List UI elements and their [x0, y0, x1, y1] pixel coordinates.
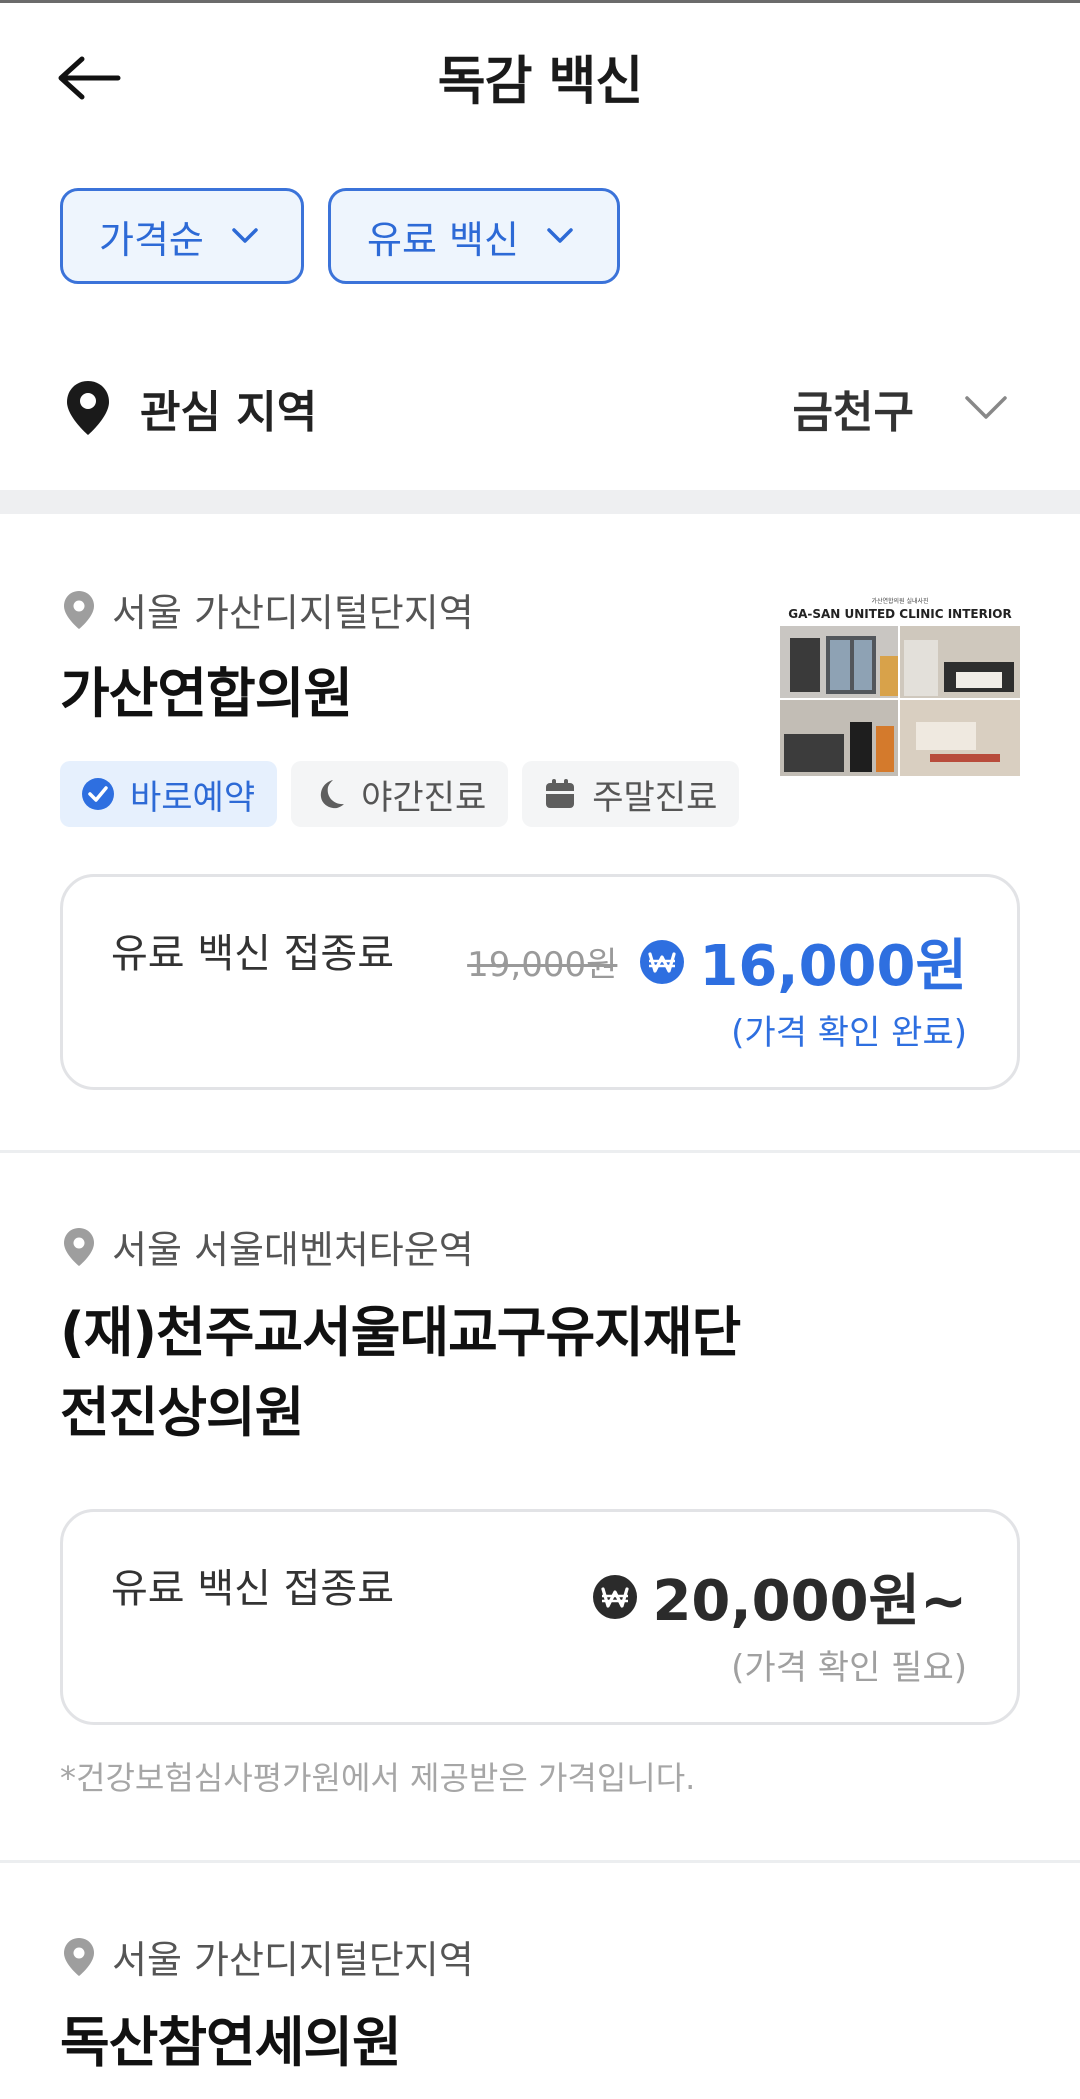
location-pin-icon	[64, 1937, 94, 1976]
clinic-name: 가산연합의원	[60, 662, 353, 725]
price-label: 유료 백신 접종료	[111, 1566, 395, 1612]
clinic-card[interactable]: 서울 가산디지털단지역 독산참연세의원	[0, 1863, 1080, 2099]
location-pin-icon	[64, 590, 94, 629]
chevron-down-icon[interactable]	[964, 395, 1008, 421]
station-info: 서울 서울대벤처타운역	[62, 1219, 474, 1274]
calendar-icon	[546, 779, 575, 808]
station-info: 서울 가산디지털단지역	[62, 582, 474, 637]
app-header: 독감 백신	[0, 3, 1080, 143]
region-label: 관심 지역	[140, 387, 318, 438]
page-title: 독감 백신	[437, 52, 643, 112]
chevron-down-icon	[547, 228, 573, 243]
location-pin-icon	[67, 381, 109, 435]
station-label: 서울 서울대벤처타운역	[112, 1228, 474, 1272]
clinic-name-line2: 전진상의원	[60, 1381, 304, 1444]
current-price: 16,000원	[699, 934, 967, 999]
tag-label: 주말진료	[592, 777, 718, 818]
thumbnail-caption: GA-SAN UNITED CLINIC INTERIOR	[788, 607, 1012, 621]
chevron-down-icon	[232, 228, 258, 243]
vaccine-filter-label: 유료 백신	[367, 217, 519, 262]
original-price: 19,000원	[467, 945, 618, 985]
weekend-clinic-tag: 주말진료	[522, 761, 740, 827]
moon-icon	[320, 780, 345, 809]
section-separator	[0, 490, 1080, 514]
sort-filter-chip[interactable]: 가격순	[60, 188, 304, 284]
price-box: 유료 백신 접종료 20,000원~ (가격 확인 필요)	[60, 1509, 1020, 1725]
station-info: 서울 가산디지털단지역	[62, 1929, 474, 1984]
station-label: 서울 가산디지털단지역	[112, 591, 474, 635]
region-value[interactable]: 금천구	[793, 376, 914, 440]
price-source-footnote: *건강보험심사평가원에서 제공받은 가격입니다.	[60, 1759, 696, 1797]
won-coin-icon	[640, 939, 685, 984]
sort-filter-label: 가격순	[99, 217, 204, 262]
won-coin-icon	[593, 1574, 638, 1619]
clinic-thumbnail[interactable]: 가산연합의원 실내사진 GA-SAN UNITED CLINIC INTERIO…	[780, 596, 1020, 776]
clinic-interior-photo	[780, 626, 1020, 776]
clinic-name: 독산참연세의원	[60, 2011, 402, 2074]
current-price: 20,000원~	[652, 1569, 967, 1634]
tag-label: 바로예약	[130, 777, 256, 818]
instant-booking-tag: 바로예약	[60, 761, 278, 827]
price-status: (가격 확인 필요)	[731, 1648, 967, 1688]
price-box: 유료 백신 접종료 19,000원 16,000원 (가격 확인 완료)	[60, 874, 1020, 1090]
location-pin-icon	[64, 1227, 94, 1266]
filter-bar: 가격순 유료 백신	[60, 188, 620, 284]
vaccine-filter-chip[interactable]: 유료 백신	[328, 188, 620, 284]
clinic-tags: 바로예약 야간진료 주말진료	[60, 761, 740, 827]
price-values: 19,000원 16,000원	[467, 921, 967, 1002]
price-status: (가격 확인 완료)	[731, 1013, 967, 1053]
clinic-name: (재)천주교서울대교구유지재단 전진상의원	[60, 1293, 741, 1453]
price-label: 유료 백신 접종료	[111, 931, 395, 977]
clinic-card[interactable]: 서울 가산디지털단지역 가산연합의원 바로예약 야간진료 주말진료 가산연합의원…	[0, 514, 1080, 1154]
check-circle-icon	[82, 778, 114, 810]
clinic-card[interactable]: 서울 서울대벤처타운역 (재)천주교서울대교구유지재단 전진상의원 유료 백신 …	[0, 1153, 1080, 1861]
price-values: 20,000원~	[592, 1556, 967, 1637]
tag-label: 야간진료	[361, 777, 487, 818]
clinic-name-line1: (재)천주교서울대교구유지재단	[60, 1301, 741, 1364]
region-selector[interactable]: 관심 지역 금천구	[60, 368, 1020, 448]
night-clinic-tag: 야간진료	[291, 761, 509, 827]
station-label: 서울 가산디지털단지역	[112, 1938, 474, 1982]
